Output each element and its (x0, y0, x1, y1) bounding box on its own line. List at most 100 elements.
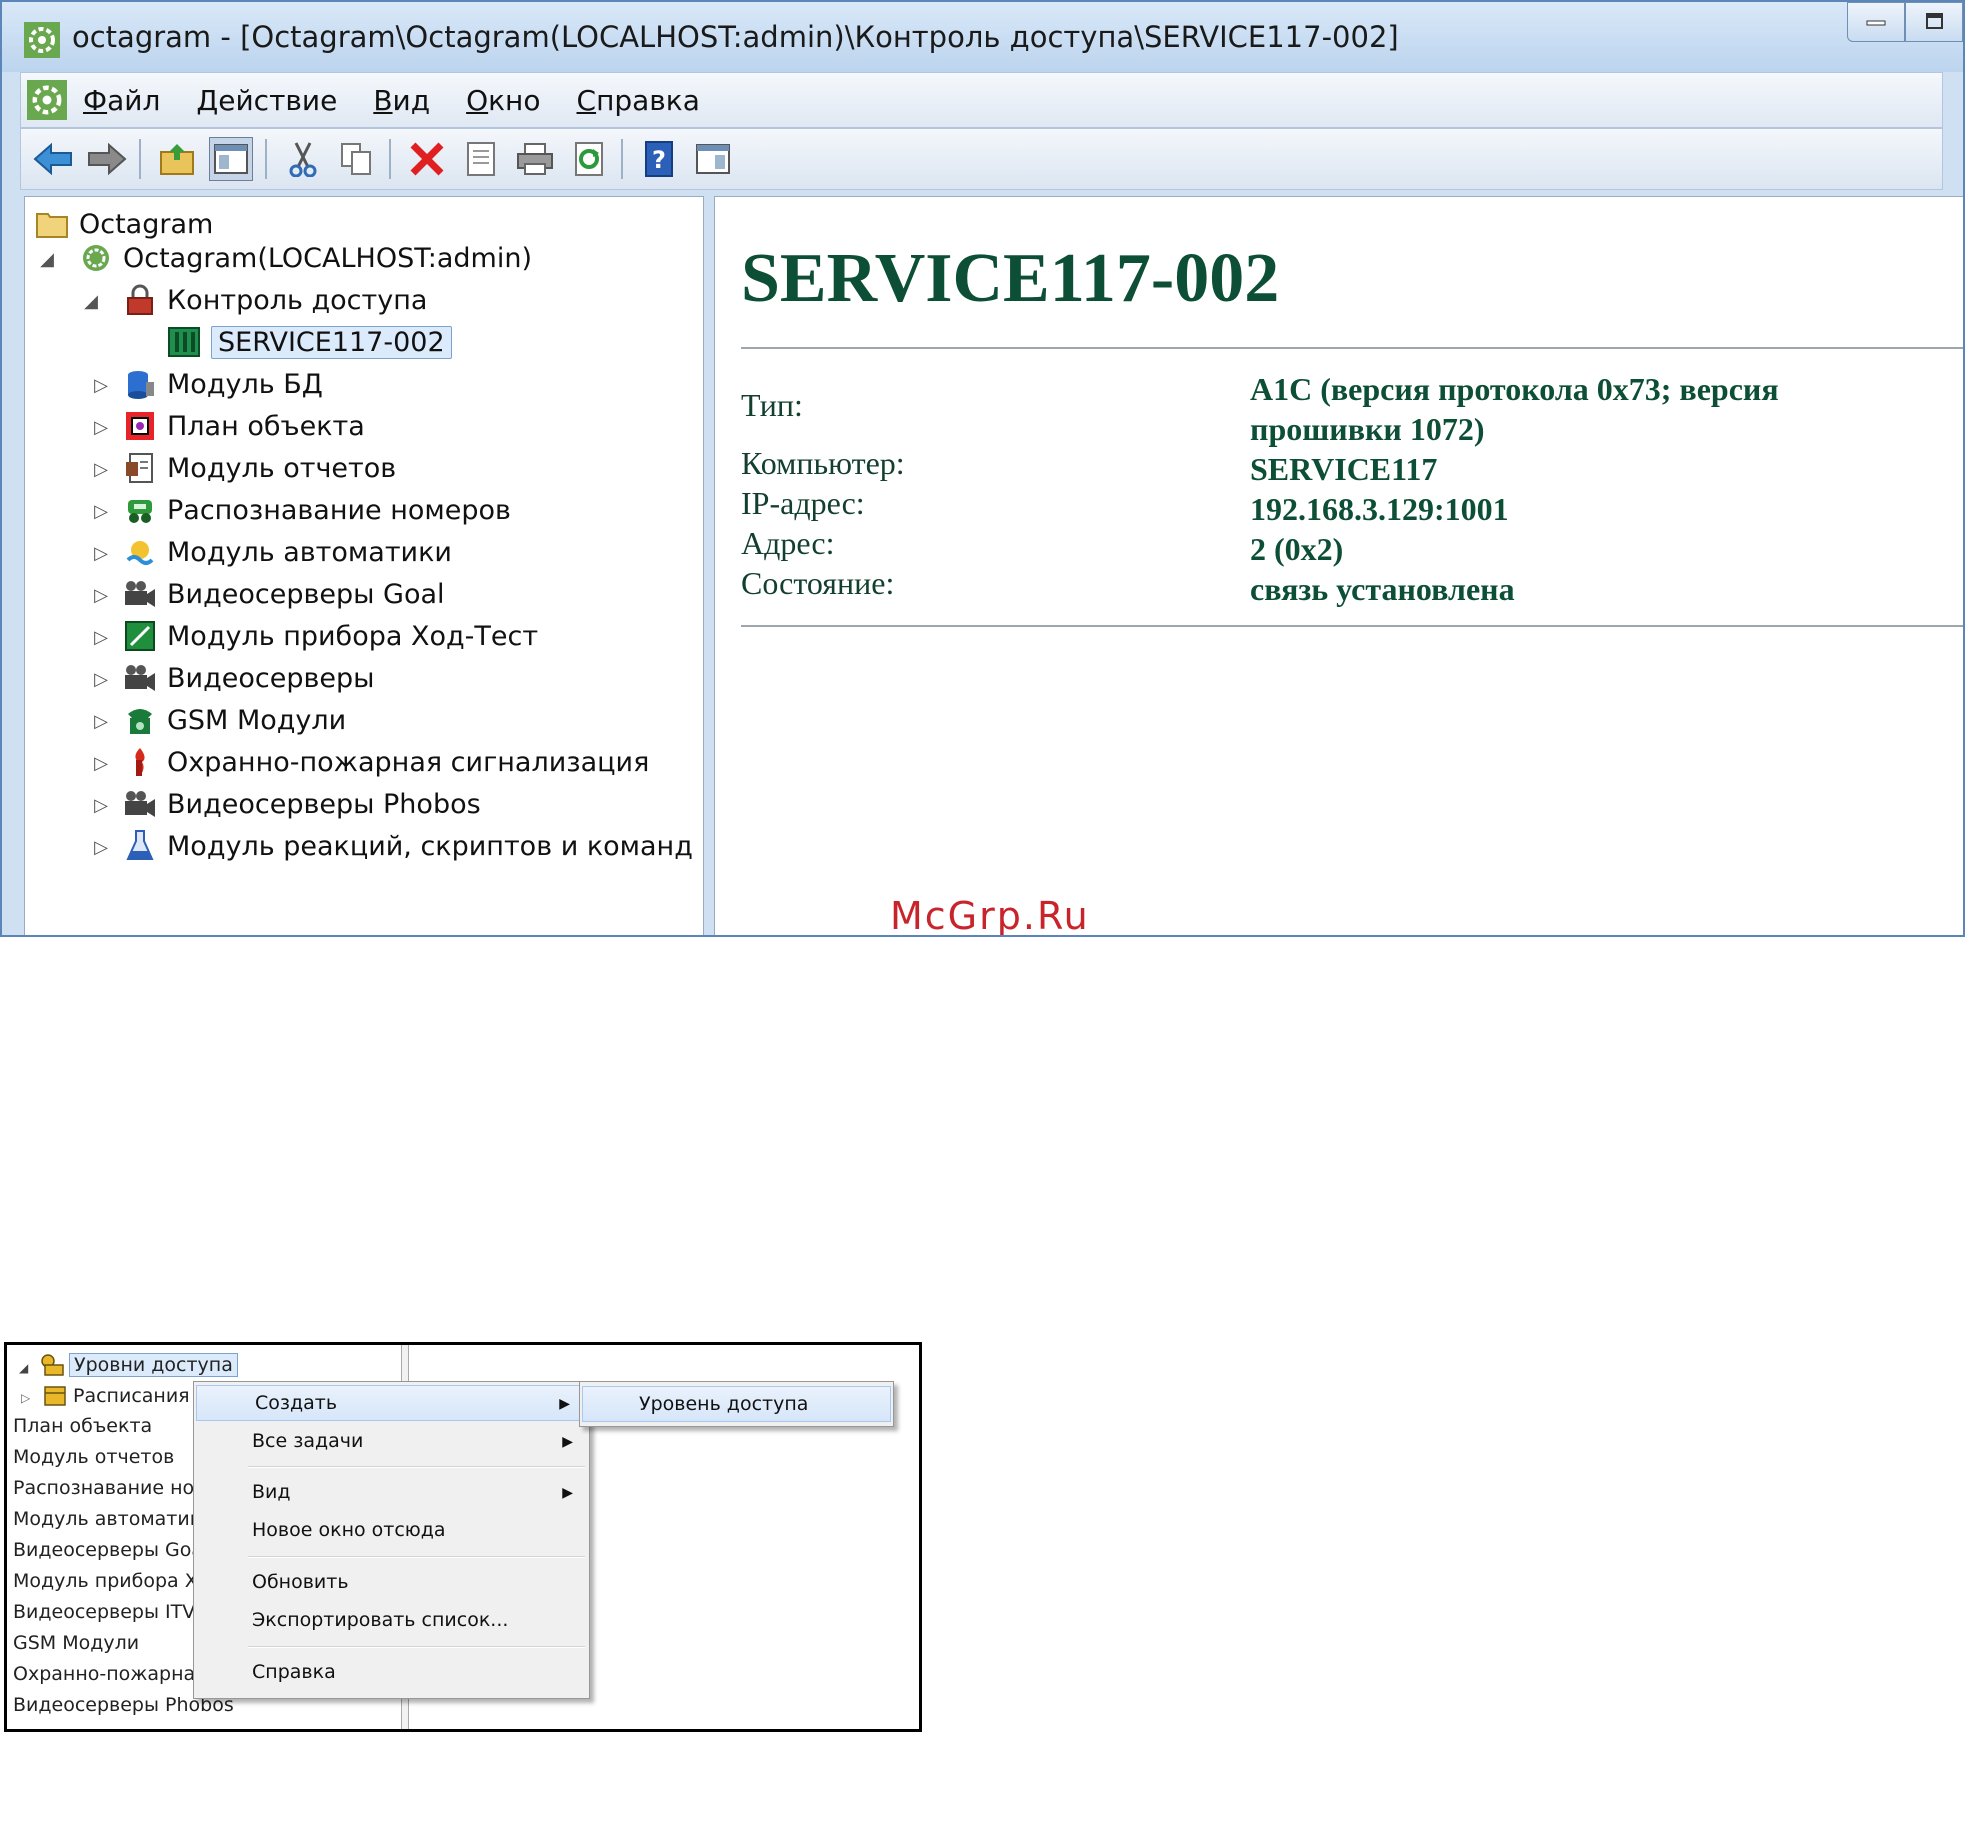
context-menu-export[interactable]: Экспортировать список... (194, 1602, 589, 1638)
device-title: SERVICE117-002 (741, 240, 1280, 317)
folder-icon (35, 207, 69, 241)
context-menu-new-window[interactable]: Новое окно отсюда (194, 1512, 589, 1548)
tree-item[interactable]: Модуль отчетов (13, 1446, 174, 1468)
back-button[interactable] (31, 137, 75, 181)
menu-window[interactable]: Окно (466, 84, 540, 117)
show-hide-tree-button[interactable] (209, 137, 253, 181)
menu-help-accel: С (576, 83, 597, 117)
print-button[interactable] (513, 137, 557, 181)
menu-view[interactable]: Вид (373, 84, 430, 117)
expand-arrow-icon[interactable]: ▷ (91, 837, 111, 858)
divider (741, 347, 1963, 349)
context-menu-view[interactable]: Вид ▶ (194, 1474, 589, 1510)
menu-help[interactable]: Справка (577, 84, 700, 117)
tree-item-module[interactable]: Модуль отчетов (123, 449, 396, 487)
minimize-button[interactable] (1847, 2, 1905, 42)
menu-item-label: Все задачи (252, 1430, 364, 1452)
expand-arrow-icon[interactable]: ▷ (91, 711, 111, 732)
menu-separator (248, 1556, 585, 1558)
tree-item-module[interactable]: План объекта (123, 407, 365, 445)
restore-button[interactable] (1905, 2, 1963, 42)
copy-button[interactable] (335, 137, 379, 181)
help-button[interactable]: ? (637, 137, 681, 181)
property-label-computer: Компьютер: (741, 445, 905, 481)
tree-item-label: Расписания (73, 1385, 190, 1407)
tree-item-module[interactable]: Модуль реакций, скриптов и команд (123, 827, 693, 865)
expand-arrow-icon[interactable]: ▷ (91, 795, 111, 816)
expand-arrow-icon[interactable]: ▷ (91, 669, 111, 690)
tree-item[interactable]: GSM Модули (13, 1632, 139, 1654)
menu-bar: Файл Действие Вид Окно Справка (20, 72, 1943, 128)
expand-arrow-icon[interactable]: ▷ (91, 543, 111, 564)
expand-arrow-icon[interactable]: ▷ (91, 417, 111, 438)
cut-button[interactable] (281, 137, 325, 181)
tree-item[interactable]: Модуль прибора Х (13, 1570, 198, 1592)
tree-item[interactable]: Распознавание но (13, 1477, 194, 1499)
tree-item[interactable]: План объекта (13, 1415, 152, 1437)
restore-icon (1926, 13, 1943, 29)
properties-button[interactable] (459, 137, 503, 181)
tree-item[interactable]: Охранно-пожарна (13, 1663, 195, 1685)
expand-arrow-icon[interactable]: ▷ (91, 501, 111, 522)
menu-item-label: Справка (252, 1661, 336, 1683)
expand-arrow-icon[interactable]: ▷ (91, 753, 111, 774)
expand-arrow-icon[interactable]: ▷ (21, 1391, 30, 1405)
tree-item-module[interactable]: Модуль БД (123, 365, 323, 403)
tree-item[interactable]: Видеосерверы Goa (13, 1539, 203, 1561)
tree-item-root[interactable]: Octagram (35, 205, 213, 243)
expand-arrow-icon[interactable]: ▷ (91, 627, 111, 648)
main-window: octagram - [Octagram\Octagram(LOCALHOST:… (0, 0, 1965, 937)
tree-item-schedules[interactable]: Расписания (43, 1385, 190, 1407)
tree-item-access-control[interactable]: Контроль доступа (123, 281, 427, 319)
refresh-button[interactable] (567, 137, 611, 181)
tree-item-module[interactable]: Видеосерверы (123, 659, 374, 697)
context-menu-refresh[interactable]: Обновить (194, 1564, 589, 1600)
forward-button[interactable] (85, 137, 129, 181)
tree-item[interactable]: Видеосерверы ITV/ (13, 1601, 202, 1623)
expand-arrow-icon[interactable]: ▷ (91, 375, 111, 396)
tree-item-service117-002[interactable]: SERVICE117-002 (167, 323, 452, 361)
tree-item-module[interactable]: Видеосерверы Goal (123, 575, 445, 613)
octagram-server-icon (79, 241, 113, 275)
tree-item-module[interactable]: Модуль автоматики (123, 533, 452, 571)
property-value-type: A1C (версия протокола 0x73; версия проши… (1250, 371, 1779, 447)
collapse-arrow-icon[interactable]: ◢ (19, 1361, 28, 1375)
collapse-arrow-icon[interactable]: ◢ (37, 249, 57, 270)
menu-item-label: Экспортировать список... (252, 1609, 509, 1631)
menu-item-label: Вид (252, 1481, 291, 1503)
tree-item[interactable]: Модуль автоматик (13, 1508, 201, 1530)
property-label-ip: IP-адрес: (741, 485, 865, 521)
tree-item-module[interactable]: Распознавание номеров (123, 491, 511, 529)
tree-item-server[interactable]: Octagram(LOCALHOST:admin) (79, 239, 532, 277)
menu-action[interactable]: Действие (196, 84, 337, 117)
collapse-arrow-icon[interactable]: ◢ (81, 291, 101, 312)
tree-item-label: GSM Модули (167, 704, 347, 736)
property-value-computer: SERVICE117 (1250, 451, 1438, 487)
submenu-access-level[interactable]: Уровень доступа (582, 1386, 891, 1422)
context-menu-create[interactable]: Создать ▶ (196, 1385, 587, 1421)
expand-arrow-icon[interactable]: ▷ (91, 459, 111, 480)
tree-item-label: Видеосерверы Goal (167, 578, 445, 610)
delete-button[interactable] (405, 137, 449, 181)
database-module-icon (123, 367, 157, 401)
menu-separator (248, 1646, 585, 1648)
tree-item-label: Octagram (79, 208, 214, 240)
menu-file[interactable]: Файл (83, 84, 160, 117)
context-menu-help[interactable]: Справка (194, 1654, 589, 1690)
expand-arrow-icon[interactable]: ▷ (91, 585, 111, 606)
up-folder-icon (160, 144, 194, 175)
create-submenu: Уровень доступа (579, 1381, 894, 1427)
tree-item-module[interactable]: Охранно-пожарная сигнализация (123, 743, 649, 781)
tree-item-module[interactable]: Видеосерверы Phobos (123, 785, 481, 823)
tree-item-module[interactable]: Модуль прибора Ход-Тест (123, 617, 538, 655)
submenu-arrow-icon: ▶ (562, 1432, 573, 1449)
menu-action-accel: Д (196, 83, 219, 117)
octagram-menu-icon[interactable] (27, 80, 67, 120)
console-tree: Octagram ◢ Octagram(LOCALHOST:admin) ◢ К… (24, 196, 704, 935)
context-menu-all-tasks[interactable]: Все задачи ▶ (194, 1423, 589, 1459)
tree-item-module[interactable]: GSM Модули (123, 701, 346, 739)
up-folder-button[interactable] (155, 137, 199, 181)
toolbar-separator (265, 139, 267, 179)
tree-item-access-levels[interactable]: Уровни доступа (39, 1353, 238, 1377)
action-pane-button[interactable] (691, 137, 735, 181)
